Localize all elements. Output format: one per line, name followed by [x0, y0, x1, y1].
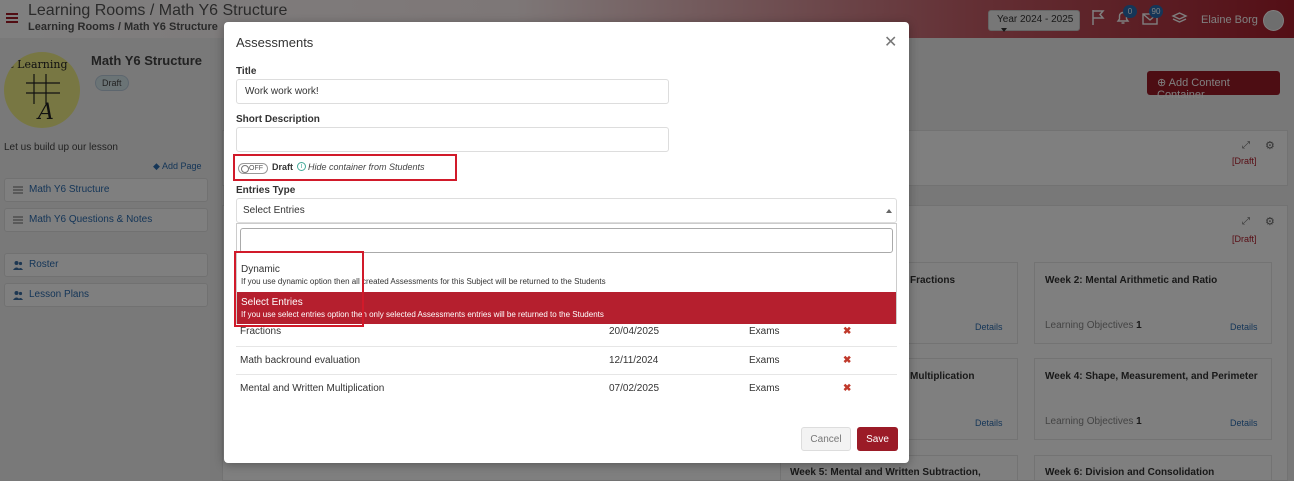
entry-name: Mental and Written Multiplication	[240, 383, 385, 394]
entry-date: 20/04/2025	[609, 326, 660, 337]
entries-type-select[interactable]: Select Entries	[236, 198, 897, 223]
save-button[interactable]: Save	[857, 427, 898, 451]
close-icon[interactable]: ✕	[884, 32, 897, 52]
short-description-label: Short Description	[236, 114, 320, 125]
table-row: Fractions 20/04/2025 Exams ✖	[236, 318, 897, 346]
highlight-box-draft	[233, 154, 457, 181]
title-label: Title	[236, 66, 257, 77]
entry-type: Exams	[749, 326, 780, 337]
delete-icon[interactable]: ✖	[843, 383, 851, 394]
entry-type: Exams	[749, 383, 780, 394]
modal-title: Assessments	[236, 35, 314, 50]
title-input[interactable]	[236, 79, 669, 104]
entry-date: 07/02/2025	[609, 383, 660, 394]
dropdown-search-input[interactable]	[240, 228, 893, 253]
table-row: Mental and Written Multiplication 07/02/…	[236, 374, 897, 402]
delete-icon[interactable]: ✖	[843, 355, 851, 366]
entry-date: 12/11/2024	[609, 355, 659, 366]
short-description-input[interactable]	[236, 127, 669, 152]
highlight-box-options	[234, 251, 364, 327]
entry-name: Math backround evaluation	[240, 355, 361, 366]
entry-name: Fractions	[240, 326, 282, 337]
table-row: Math backround evaluation 12/11/2024 Exa…	[236, 346, 897, 374]
entries-type-value: Select Entries	[243, 205, 305, 216]
cancel-button[interactable]: Cancel	[801, 427, 851, 451]
entries-type-label: Entries Type	[236, 185, 296, 196]
delete-icon[interactable]: ✖	[843, 326, 851, 337]
assessments-modal: Assessments ✕ Title Short Description OF…	[224, 22, 909, 463]
caret-up-icon	[886, 209, 892, 213]
entry-type: Exams	[749, 355, 780, 366]
